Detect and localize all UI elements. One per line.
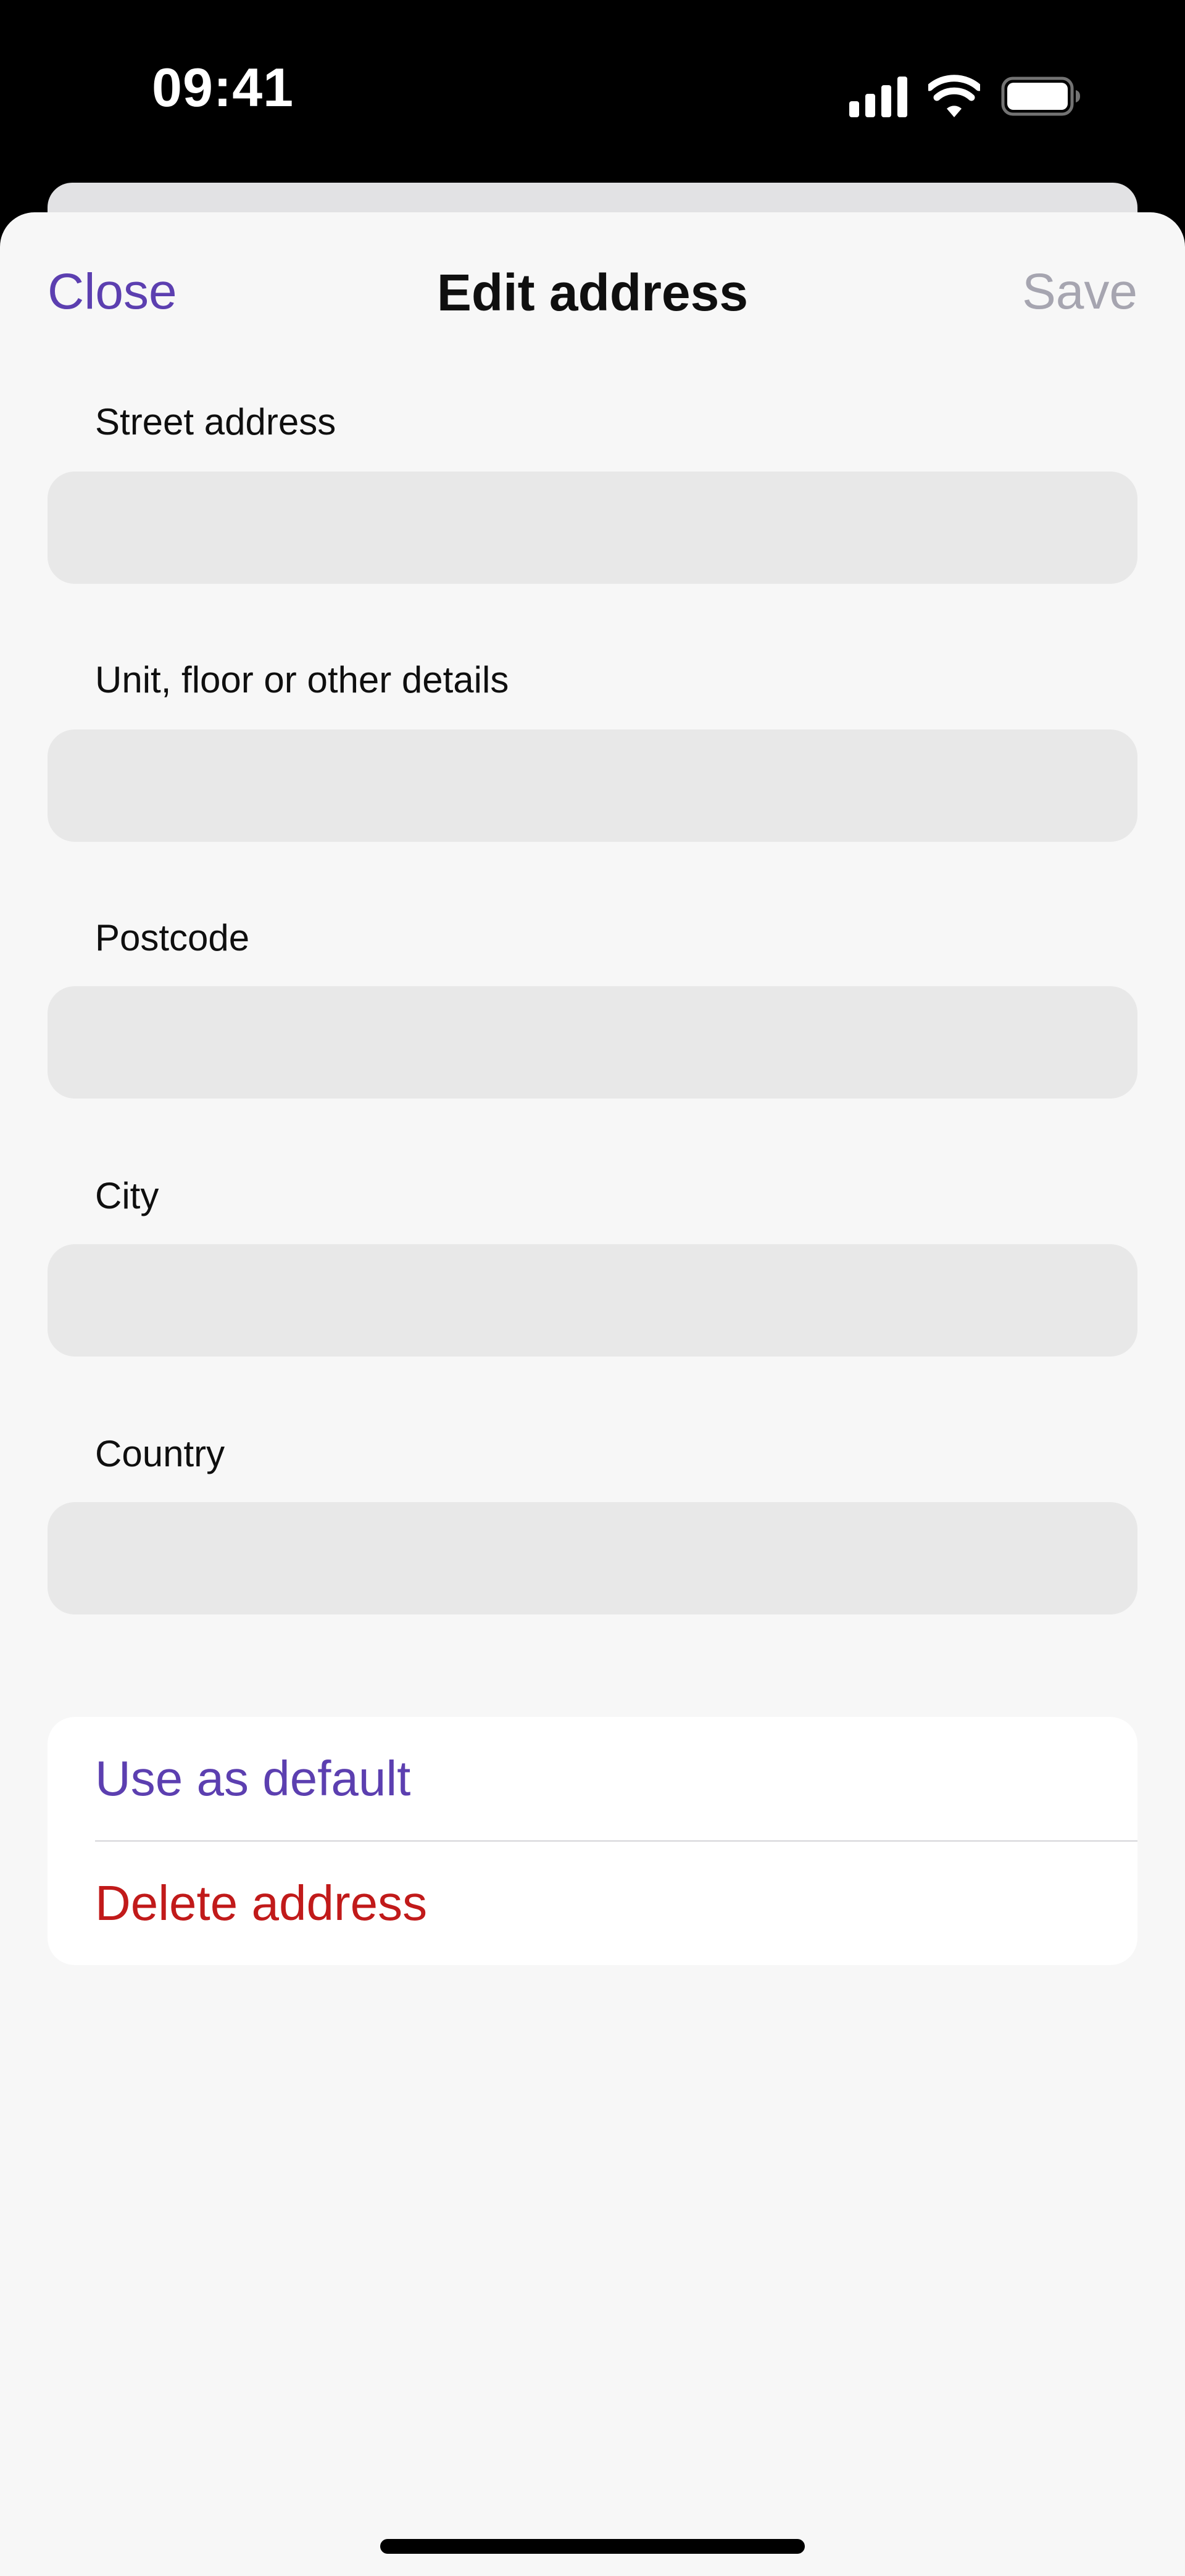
city-label: City <box>95 1175 159 1216</box>
save-button[interactable]: Save <box>1022 267 1137 317</box>
delete-address-button[interactable]: Delete address <box>95 1842 1137 1965</box>
postcode-input[interactable] <box>48 986 1137 1099</box>
battery-icon <box>1001 77 1080 116</box>
status-icons <box>847 74 1081 123</box>
edit-address-sheet: Close Edit address Save Street address U… <box>0 212 1185 2576</box>
street-address-label: Street address <box>95 401 336 442</box>
use-as-default-button[interactable]: Use as default <box>95 1717 1137 1840</box>
page-title: Edit address <box>436 264 749 322</box>
country-label: Country <box>95 1433 225 1474</box>
status-time: 09:41 <box>152 57 294 118</box>
street-address-input[interactable] <box>48 472 1137 584</box>
city-input[interactable] <box>48 1244 1137 1357</box>
wifi-icon <box>928 75 980 117</box>
status-bar: 09:41 <box>0 0 1185 183</box>
postcode-label: Postcode <box>95 917 250 958</box>
cellular-signal-icon <box>849 77 907 117</box>
country-input[interactable] <box>48 1502 1137 1614</box>
close-button[interactable]: Close <box>48 267 177 317</box>
unit-details-label: Unit, floor or other details <box>95 659 509 700</box>
unit-details-input[interactable] <box>48 729 1137 842</box>
address-actions-group: Use as default Delete address <box>48 1717 1137 1965</box>
home-indicator <box>380 2539 805 2554</box>
